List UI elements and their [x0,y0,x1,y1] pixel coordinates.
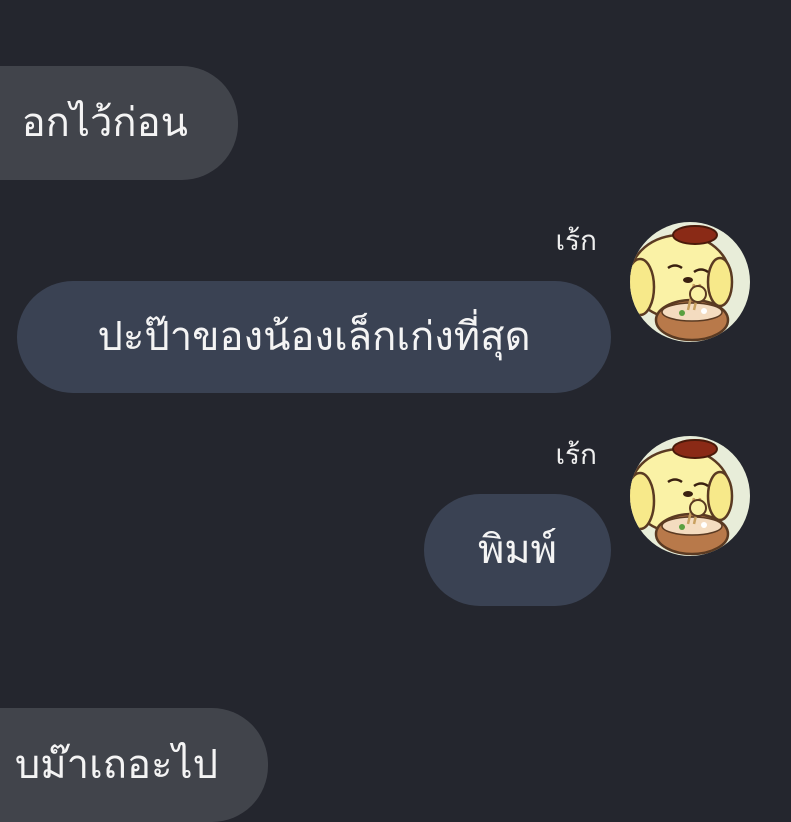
message-text: ปะป๊าของน้องเล็กเก่งที่สุด [97,314,531,360]
avatar[interactable] [630,222,750,342]
outgoing-message-bubble[interactable]: ปะป๊าของน้องเล็กเก่งที่สุด [17,281,611,393]
incoming-message-bubble[interactable]: บม๊าเถอะไป [0,708,268,822]
message-text: อกไว้ก่อน [21,100,188,146]
message-text: บม๊าเถอะไป [14,742,218,788]
sender-name: เร้ก [555,438,597,471]
chat-thread: อกไว้ก่อน เร้ก ปะป๊าของน้องเล็กเก่งที่สุ… [0,0,791,822]
message-text: พิมพ์ [477,527,558,573]
incoming-message-bubble[interactable]: อกไว้ก่อน [0,66,238,180]
sender-name: เร้ก [555,224,597,257]
avatar[interactable] [630,436,750,556]
outgoing-message-bubble[interactable]: พิมพ์ [424,494,611,606]
